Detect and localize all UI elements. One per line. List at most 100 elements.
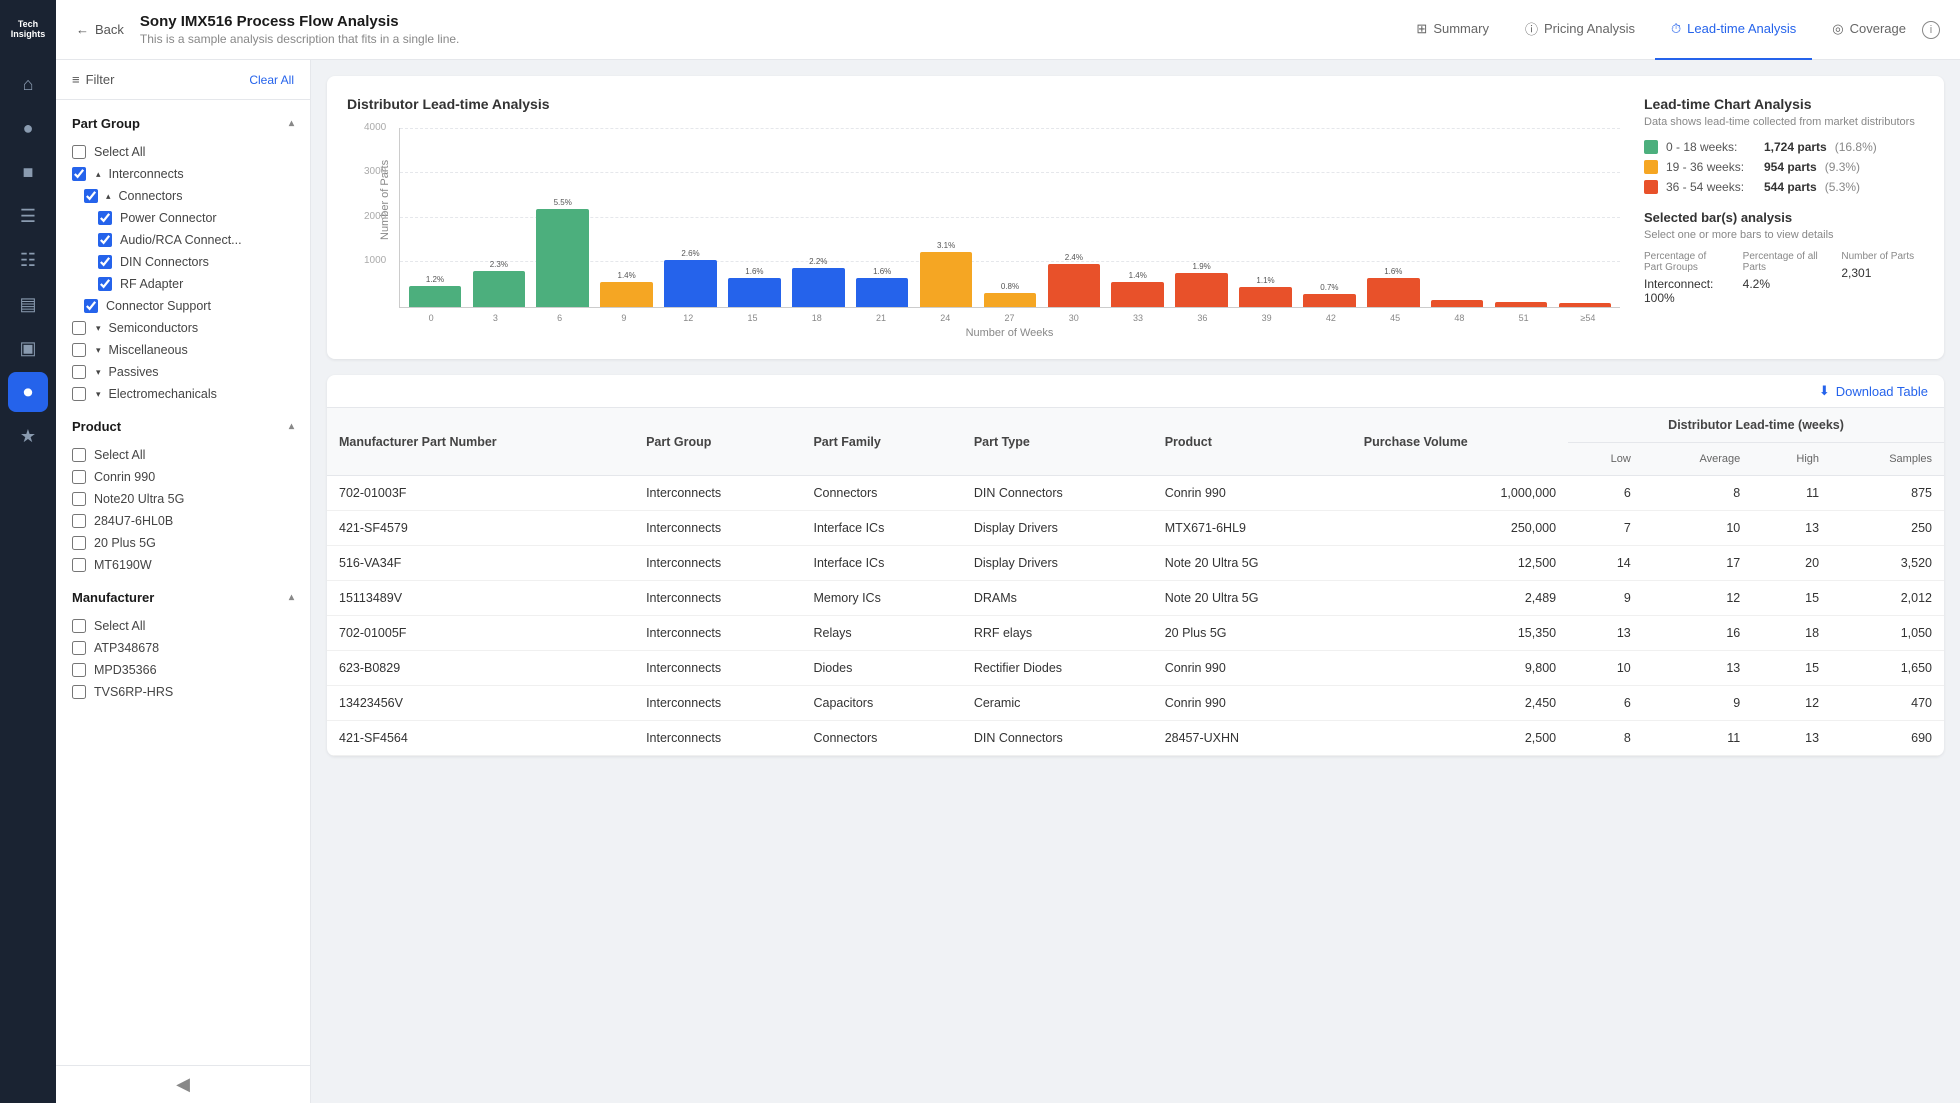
sidebar-collapse-button[interactable]: ◀ (56, 1065, 310, 1103)
bar-group-7[interactable]: 1.6% (851, 128, 913, 307)
manufacturer-select-all[interactable]: Select All (56, 615, 310, 637)
bar-group-9[interactable]: 0.8% (979, 128, 1041, 307)
bar-13[interactable] (1239, 287, 1292, 307)
tvs6rp-checkbox[interactable] (72, 685, 86, 699)
bar-group-18[interactable] (1554, 128, 1616, 307)
star-icon-btn[interactable]: ★ (8, 416, 48, 456)
tab-leadtime[interactable]: ⏱ Lead-time Analysis (1655, 0, 1812, 60)
filter-power-connector[interactable]: Power Connector (56, 207, 310, 229)
bar-7[interactable] (856, 278, 909, 307)
bar-group-5[interactable]: 1.6% (723, 128, 785, 307)
din-connectors-checkbox[interactable] (98, 255, 112, 269)
miscellaneous-checkbox[interactable] (72, 343, 86, 357)
filter-connectors[interactable]: ▴ Connectors (56, 185, 310, 207)
power-connector-checkbox[interactable] (98, 211, 112, 225)
filter-passives[interactable]: ▾ Passives (56, 361, 310, 383)
mt6190w-checkbox[interactable] (72, 558, 86, 572)
product-note20ultra[interactable]: Note20 Ultra 5G (56, 488, 310, 510)
bar-9[interactable] (984, 293, 1037, 307)
tab-summary[interactable]: ⊞ Summary (1400, 0, 1505, 60)
select-all-checkbox[interactable] (72, 145, 86, 159)
settings-active-icon-btn[interactable]: ⏺ (8, 372, 48, 412)
electromechanicals-checkbox[interactable] (72, 387, 86, 401)
bar-18[interactable] (1559, 303, 1612, 307)
bar-1[interactable] (473, 271, 526, 307)
connector-support-checkbox[interactable] (84, 299, 98, 313)
briefcase-icon-btn[interactable]: ■ (8, 152, 48, 192)
product-select-all[interactable]: Select All (56, 444, 310, 466)
connectors-checkbox[interactable] (84, 189, 98, 203)
bar-group-3[interactable]: 1.4% (596, 128, 658, 307)
tab-coverage[interactable]: ◎ Coverage (1816, 0, 1922, 60)
bar-8[interactable] (920, 252, 973, 307)
list-icon-btn[interactable]: ☰ (8, 196, 48, 236)
semiconductors-toggle[interactable]: ▾ (96, 323, 101, 334)
bar-group-15[interactable]: 1.6% (1362, 128, 1424, 307)
analytics-icon-btn[interactable]: ▤ (8, 284, 48, 324)
filter-semiconductors[interactable]: ▾ Semiconductors (56, 317, 310, 339)
monitor-icon-btn[interactable]: ▣ (8, 328, 48, 368)
page-info-icon[interactable]: i (1922, 21, 1940, 39)
download-table-button[interactable]: ⬇ Download Table (1819, 383, 1928, 399)
rf-adapter-checkbox[interactable] (98, 277, 112, 291)
bar-0[interactable] (409, 286, 462, 307)
manufacturer-atp348678[interactable]: ATP348678 (56, 637, 310, 659)
part-group-header[interactable]: Part Group ▴ (56, 108, 310, 139)
miscellaneous-toggle[interactable]: ▾ (96, 345, 101, 356)
tab-pricing[interactable]: ⓘ Pricing Analysis (1509, 0, 1651, 60)
conrin990-checkbox[interactable] (72, 470, 86, 484)
passives-toggle[interactable]: ▾ (96, 367, 101, 378)
back-button[interactable]: ← Back (76, 22, 124, 37)
bar-group-13[interactable]: 1.1% (1235, 128, 1297, 307)
bar-6[interactable] (792, 268, 845, 307)
bar-14[interactable] (1303, 294, 1356, 307)
bar-12[interactable] (1175, 273, 1228, 307)
filter-audio-rca[interactable]: Audio/RCA Connect... (56, 229, 310, 251)
bar-group-17[interactable] (1490, 128, 1552, 307)
20plus5g-checkbox[interactable] (72, 536, 86, 550)
part-group-select-all[interactable]: Select All (56, 141, 310, 163)
notes-icon-btn[interactable]: ☷ (8, 240, 48, 280)
bar-group-11[interactable]: 1.4% (1107, 128, 1169, 307)
manufacturer-select-all-checkbox[interactable] (72, 619, 86, 633)
bar-group-8[interactable]: 3.1% (915, 128, 977, 307)
product-284u7[interactable]: 284U7-6HL0B (56, 510, 310, 532)
filter-interconnects[interactable]: ▴ Interconnects (56, 163, 310, 185)
bar-3[interactable] (600, 282, 653, 307)
bar-17[interactable] (1495, 302, 1548, 307)
product-20plus5g[interactable]: 20 Plus 5G (56, 532, 310, 554)
semiconductors-checkbox[interactable] (72, 321, 86, 335)
manufacturer-tvs6rp[interactable]: TVS6RP-HRS (56, 681, 310, 703)
bar-group-6[interactable]: 2.2% (787, 128, 849, 307)
search-icon-btn[interactable]: ● (8, 108, 48, 148)
atp348678-checkbox[interactable] (72, 641, 86, 655)
bar-group-1[interactable]: 2.3% (468, 128, 530, 307)
interconnects-checkbox[interactable] (72, 167, 86, 181)
bar-10[interactable] (1048, 264, 1101, 307)
bar-group-4[interactable]: 2.6% (660, 128, 722, 307)
note20ultra-checkbox[interactable] (72, 492, 86, 506)
284u7-checkbox[interactable] (72, 514, 86, 528)
bar-4[interactable] (664, 260, 717, 307)
bar-group-10[interactable]: 2.4% (1043, 128, 1105, 307)
home-icon-btn[interactable]: ⌂ (8, 64, 48, 104)
bar-15[interactable] (1367, 278, 1420, 307)
manufacturer-mpd35366[interactable]: MPD35366 (56, 659, 310, 681)
filter-connector-support[interactable]: Connector Support (56, 295, 310, 317)
product-mt6190w[interactable]: MT6190W (56, 554, 310, 576)
filter-miscellaneous[interactable]: ▾ Miscellaneous (56, 339, 310, 361)
electromechanicals-toggle[interactable]: ▾ (96, 389, 101, 400)
clear-all-button[interactable]: Clear All (249, 73, 294, 87)
manufacturer-header[interactable]: Manufacturer ▴ (56, 582, 310, 613)
bar-group-16[interactable] (1426, 128, 1488, 307)
passives-checkbox[interactable] (72, 365, 86, 379)
filter-electromechanicals[interactable]: ▾ Electromechanicals (56, 383, 310, 405)
bar-group-0[interactable]: 1.2% (404, 128, 466, 307)
bar-16[interactable] (1431, 300, 1484, 307)
product-conrin990[interactable]: Conrin 990 (56, 466, 310, 488)
bar-group-14[interactable]: 0.7% (1298, 128, 1360, 307)
filter-rf-adapter[interactable]: RF Adapter (56, 273, 310, 295)
connectors-expand[interactable]: ▴ (106, 191, 111, 202)
bar-group-12[interactable]: 1.9% (1171, 128, 1233, 307)
product-header[interactable]: Product ▴ (56, 411, 310, 442)
